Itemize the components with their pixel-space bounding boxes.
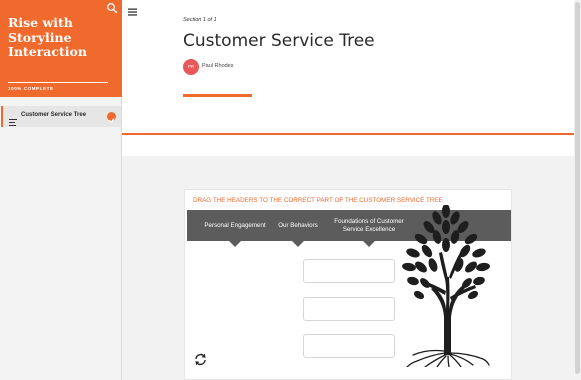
instruction-text: DRAG THE HEADERS TO THE CORRECT PART OF … bbox=[193, 197, 443, 204]
search-icon[interactable] bbox=[106, 1, 118, 14]
arrow-down-icon bbox=[291, 240, 305, 247]
drag-header-our-behaviors[interactable]: Our Behaviors bbox=[275, 210, 321, 247]
list-icon bbox=[9, 113, 17, 126]
sidebar-item-label: Customer Service Tree bbox=[21, 112, 87, 118]
sidebar-header: Rise with Storyline Interaction 100% COM… bbox=[0, 0, 122, 97]
drop-zone[interactable] bbox=[303, 259, 395, 283]
check-icon bbox=[107, 112, 116, 123]
header-divider bbox=[122, 133, 574, 135]
hamburger-menu-icon[interactable] bbox=[128, 3, 137, 16]
scrollbar[interactable] bbox=[574, 0, 581, 380]
drag-header-label: Personal Engagement bbox=[204, 221, 266, 229]
drop-zone[interactable] bbox=[303, 334, 395, 358]
arrow-down-icon bbox=[362, 240, 376, 247]
drop-zone[interactable] bbox=[303, 297, 395, 321]
arrow-down-icon bbox=[228, 240, 242, 247]
title-divider bbox=[183, 94, 252, 97]
drag-header-personal-engagement[interactable]: Personal Engagement bbox=[195, 210, 275, 247]
drag-header-label: Our Behaviors bbox=[278, 221, 318, 229]
page-title: Customer Service Tree bbox=[183, 31, 375, 51]
storyline-interaction: DRAG THE HEADERS TO THE CORRECT PART OF … bbox=[184, 189, 512, 380]
drag-header-label: Foundations of Customer Service Excellen… bbox=[334, 217, 404, 233]
progress-bar bbox=[8, 82, 108, 83]
avatar: PR bbox=[183, 59, 199, 75]
sidebar-item-customer-service-tree[interactable]: Customer Service Tree bbox=[1, 106, 121, 127]
main-content: Section 1 of 1 Customer Service Tree PR … bbox=[122, 0, 581, 380]
tree-icon bbox=[401, 204, 493, 368]
progress-fill bbox=[8, 82, 108, 83]
progress-label: 100% COMPLETE bbox=[8, 86, 54, 91]
author-name: Paul Rhodes bbox=[202, 63, 234, 69]
sidebar: Rise with Storyline Interaction 100% COM… bbox=[0, 0, 122, 380]
reset-icon[interactable] bbox=[193, 352, 208, 367]
section-label: Section 1 of 1 bbox=[183, 17, 217, 23]
drag-header-foundations[interactable]: Foundations of Customer Service Excellen… bbox=[329, 210, 409, 247]
scrollbar-thumb[interactable] bbox=[575, 2, 580, 374]
course-title: Rise with Storyline Interaction bbox=[8, 15, 87, 59]
